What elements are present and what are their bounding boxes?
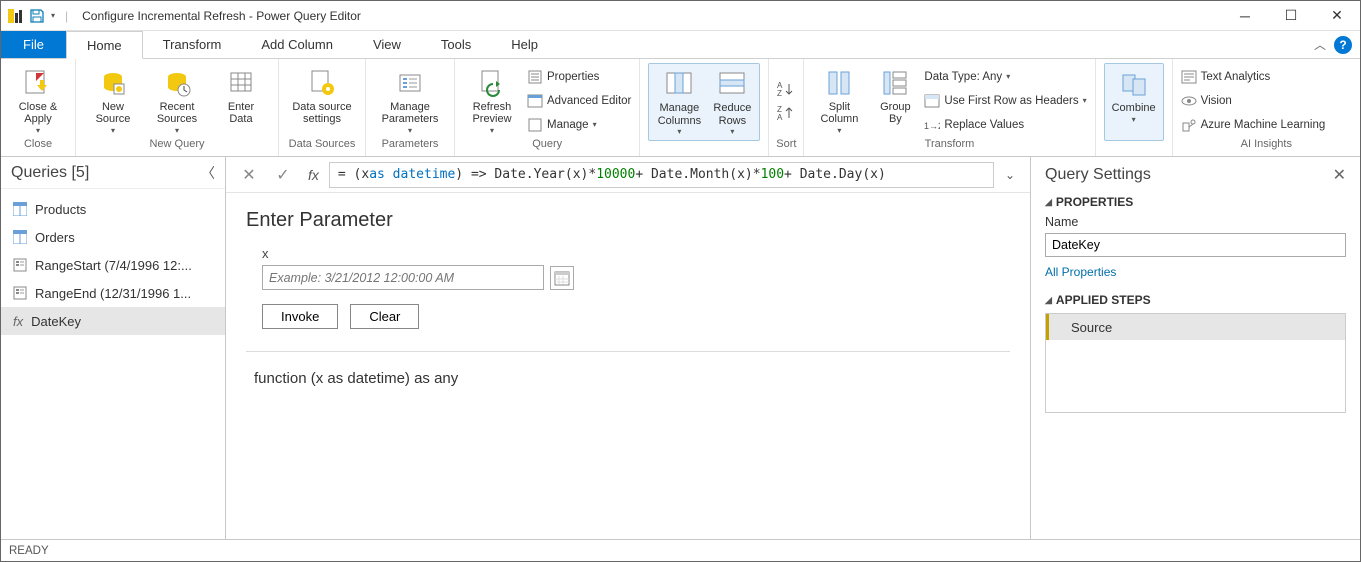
settings-header: Query Settings bbox=[1045, 166, 1151, 184]
ribbon: Close & Apply Close New Source Recent So… bbox=[1, 59, 1360, 157]
manage-columns-button[interactable]: Manage Columns bbox=[651, 66, 707, 138]
vision-button[interactable]: Vision bbox=[1181, 90, 1326, 112]
group-sort-label: Sort bbox=[769, 138, 803, 156]
parameter-name-label: x bbox=[246, 246, 1010, 261]
combine-button[interactable]: Combine bbox=[1107, 66, 1161, 138]
formula-input[interactable]: = (x as datetime ) => Date.Year(x)* 1000… bbox=[329, 162, 994, 188]
group-ai-label: AI Insights bbox=[1173, 138, 1360, 156]
tab-tools[interactable]: Tools bbox=[421, 31, 491, 58]
status-bar: READY bbox=[1, 539, 1360, 561]
group-transform-label: Transform bbox=[804, 138, 1094, 156]
parameter-x-input[interactable] bbox=[262, 265, 544, 290]
step-source[interactable]: Source bbox=[1046, 314, 1345, 340]
split-column-button[interactable]: Split Column bbox=[812, 65, 866, 137]
sort-desc-icon[interactable]: ZA bbox=[777, 105, 795, 121]
tab-home[interactable]: Home bbox=[66, 31, 143, 59]
app-icon bbox=[7, 8, 23, 24]
tab-view[interactable]: View bbox=[353, 31, 421, 58]
window-title: Configure Incremental Refresh - Power Qu… bbox=[78, 9, 361, 23]
collapse-queries-icon[interactable]: 〈 bbox=[201, 163, 215, 183]
properties-button[interactable]: Properties bbox=[527, 66, 631, 88]
svg-text:A: A bbox=[777, 113, 783, 121]
queries-header: Queries [5] bbox=[11, 164, 89, 182]
collapse-ribbon-icon[interactable]: ︿ bbox=[1314, 36, 1326, 53]
divider bbox=[246, 351, 1010, 352]
tab-file[interactable]: File bbox=[1, 31, 66, 58]
replace-values-button[interactable]: 1→2Replace Values bbox=[924, 114, 1086, 136]
close-settings-icon[interactable]: ✕ bbox=[1333, 165, 1346, 185]
save-icon[interactable] bbox=[29, 8, 45, 24]
titlebar: ▾ | Configure Incremental Refresh - Powe… bbox=[1, 1, 1360, 31]
close-apply-button[interactable]: Close & Apply bbox=[9, 65, 67, 137]
formula-expand-icon[interactable]: ⌄ bbox=[998, 168, 1022, 182]
name-label: Name bbox=[1045, 215, 1346, 229]
formula-accept-icon[interactable]: ✓ bbox=[268, 161, 298, 189]
fx-icon: fx bbox=[13, 314, 23, 329]
function-signature: function (x as datetime) as any bbox=[246, 360, 1010, 397]
group-combine-label bbox=[1096, 141, 1172, 156]
minimize-button[interactable]: ─ bbox=[1222, 1, 1268, 31]
formula-cancel-icon[interactable]: ✕ bbox=[234, 161, 264, 189]
svg-text:Z: Z bbox=[777, 89, 782, 97]
invoke-button[interactable]: Invoke bbox=[262, 304, 338, 329]
close-button[interactable]: ✕ bbox=[1314, 1, 1360, 31]
tab-add-column[interactable]: Add Column bbox=[241, 31, 353, 58]
advanced-editor-button[interactable]: Advanced Editor bbox=[527, 90, 631, 112]
properties-section-header[interactable]: PROPERTIES bbox=[1045, 195, 1346, 209]
recent-sources-button[interactable]: Recent Sources bbox=[148, 65, 206, 137]
applied-steps-header[interactable]: APPLIED STEPS bbox=[1045, 293, 1346, 307]
formula-bar: ✕ ✓ fx = (x as datetime ) => Date.Year(x… bbox=[226, 157, 1030, 193]
fx-label: fx bbox=[302, 167, 325, 183]
group-new-query-label: New Query bbox=[76, 138, 278, 156]
group-close-label: Close bbox=[1, 138, 75, 156]
query-item-rangestart[interactable]: RangeStart (7/4/1996 12:... bbox=[1, 251, 225, 279]
separator: | bbox=[61, 9, 72, 23]
query-item-products[interactable]: Products bbox=[1, 195, 225, 223]
group-manage-label bbox=[640, 141, 768, 156]
help-icon[interactable]: ? bbox=[1334, 36, 1352, 54]
azure-ml-button[interactable]: Azure Machine Learning bbox=[1181, 114, 1326, 136]
reduce-rows-button[interactable]: Reduce Rows bbox=[707, 66, 757, 138]
query-item-datekey[interactable]: fx DateKey bbox=[1, 307, 225, 335]
manage-button[interactable]: Manage bbox=[527, 114, 631, 136]
tab-transform[interactable]: Transform bbox=[143, 31, 242, 58]
query-name-input[interactable] bbox=[1045, 233, 1346, 257]
status-text: READY bbox=[9, 545, 49, 557]
qa-dropdown-icon[interactable]: ▾ bbox=[51, 11, 55, 20]
parameter-title: Enter Parameter bbox=[246, 209, 1010, 232]
queries-pane: Queries [5] 〈 Products Orders RangeStart… bbox=[1, 157, 226, 539]
svg-text:1→2: 1→2 bbox=[924, 121, 940, 131]
calendar-icon[interactable] bbox=[550, 266, 574, 290]
text-analytics-button[interactable]: Text Analytics bbox=[1181, 66, 1326, 88]
query-item-orders[interactable]: Orders bbox=[1, 223, 225, 251]
applied-steps-list: Source bbox=[1045, 313, 1346, 413]
ribbon-tabs: File Home Transform Add Column View Tool… bbox=[1, 31, 1360, 59]
data-source-settings-button[interactable]: Data source settings bbox=[287, 65, 357, 137]
first-row-headers-button[interactable]: Use First Row as Headers bbox=[924, 90, 1086, 112]
maximize-button[interactable]: ☐ bbox=[1268, 1, 1314, 31]
all-properties-link[interactable]: All Properties bbox=[1045, 265, 1346, 279]
query-item-rangeend[interactable]: RangeEnd (12/31/1996 1... bbox=[1, 279, 225, 307]
enter-data-button[interactable]: Enter Data bbox=[212, 65, 270, 137]
tab-help[interactable]: Help bbox=[491, 31, 558, 58]
new-source-button[interactable]: New Source bbox=[84, 65, 142, 137]
group-by-button[interactable]: Group By bbox=[872, 65, 918, 137]
clear-button[interactable]: Clear bbox=[350, 304, 419, 329]
group-data-sources-label: Data Sources bbox=[279, 138, 365, 156]
query-settings-pane: Query Settings ✕ PROPERTIES Name All Pro… bbox=[1030, 157, 1360, 539]
sort-asc-icon[interactable]: AZ bbox=[777, 81, 795, 97]
manage-parameters-button[interactable]: Manage Parameters bbox=[374, 65, 446, 137]
refresh-preview-button[interactable]: Refresh Preview bbox=[463, 65, 521, 137]
group-parameters-label: Parameters bbox=[366, 138, 454, 156]
group-query-label: Query bbox=[455, 138, 639, 156]
data-type-button[interactable]: Data Type: Any bbox=[924, 66, 1086, 88]
